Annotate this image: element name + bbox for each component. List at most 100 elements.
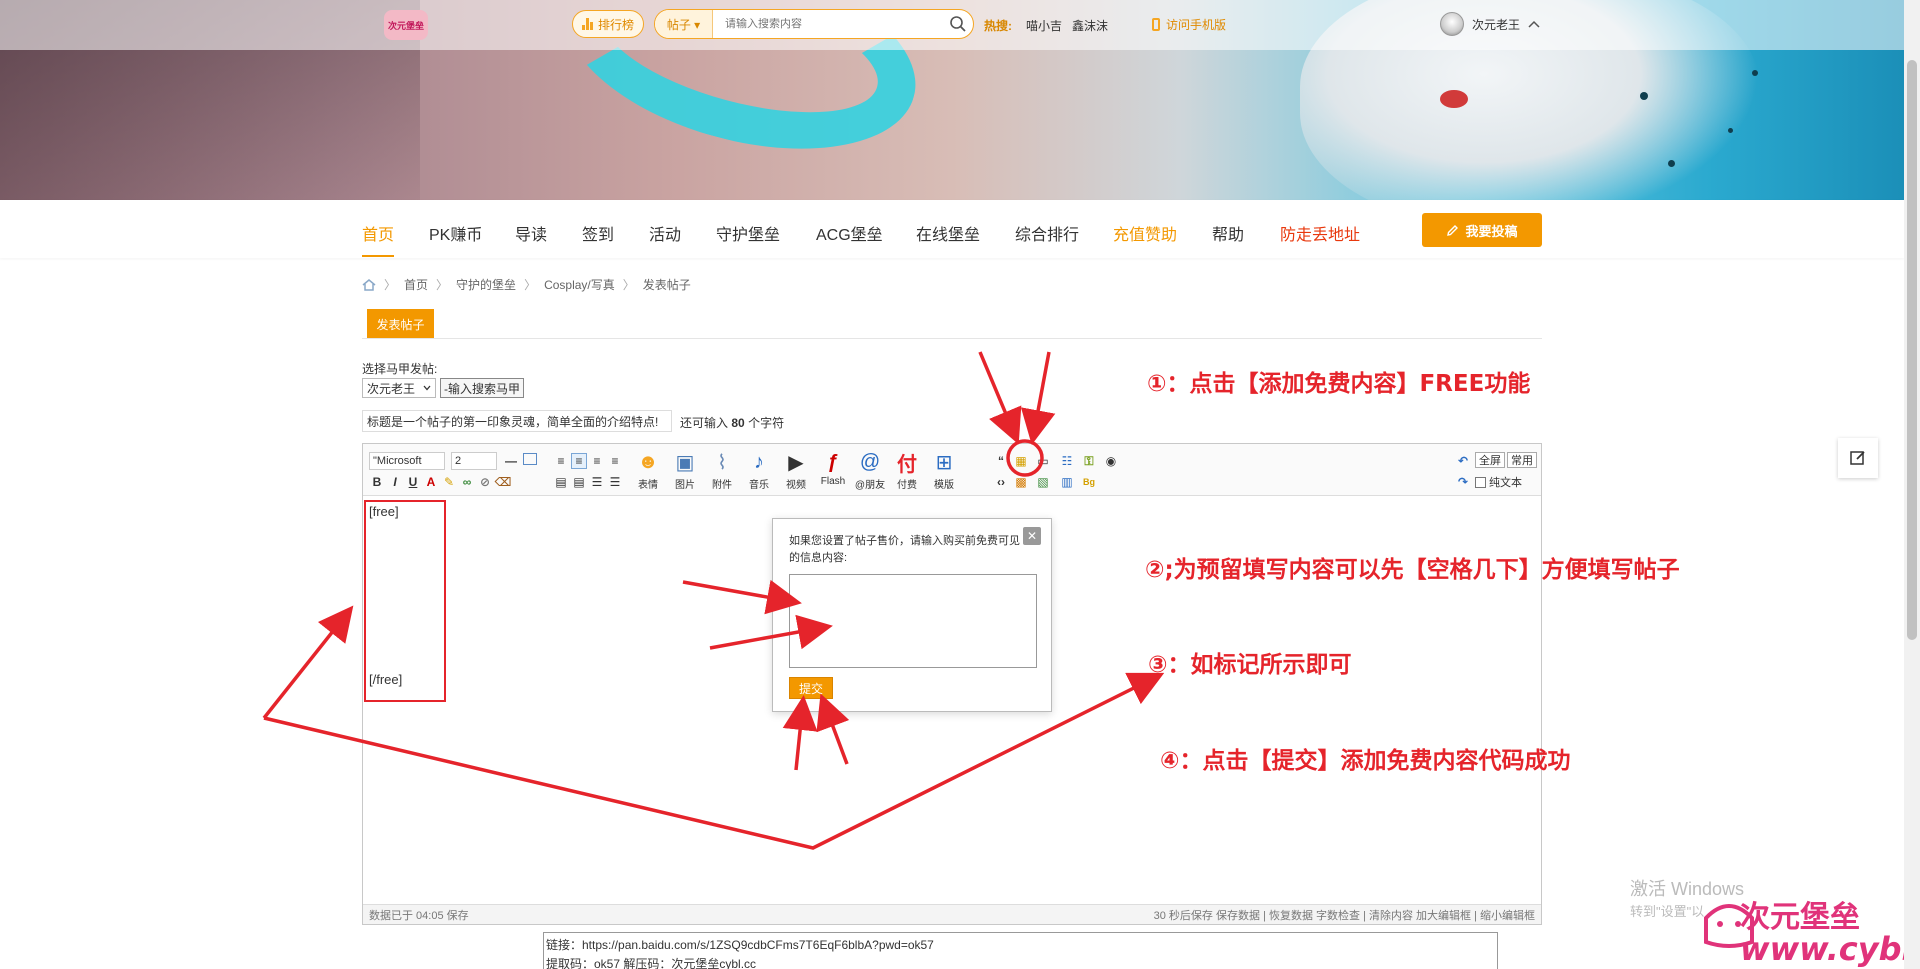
search-category-select[interactable]: 帖子 ▾ xyxy=(655,10,713,38)
template-button[interactable]: ⊞ 模版 xyxy=(927,450,961,492)
nav-home[interactable]: 首页 xyxy=(362,221,395,257)
breadcrumb-current: 发表帖子 xyxy=(642,278,691,292)
highlight-icon[interactable]: ✎ xyxy=(441,474,457,490)
rank-button[interactable]: 排行榜 xyxy=(572,10,644,38)
font-family-select[interactable]: "Microsoft xyxy=(369,452,445,470)
unlink-icon[interactable]: ⊘ xyxy=(477,474,493,490)
free-close-tag[interactable]: [/free] xyxy=(369,672,402,687)
align-left-icon[interactable]: ≡ xyxy=(553,453,569,469)
mention-button[interactable]: @ @朋友 xyxy=(853,450,887,492)
search-input[interactable] xyxy=(713,18,943,30)
breadcrumb-item[interactable]: 首页 xyxy=(404,276,428,293)
free-content-dialog: 如果您设置了帖子售价，请输入购买前免费可见的信息内容: ✕ 提交 xyxy=(772,518,1052,712)
code-icon[interactable]: ‹› xyxy=(993,474,1009,490)
page-icon[interactable]: ▭ xyxy=(1035,453,1051,469)
banner-bubble xyxy=(1640,92,1648,100)
free-content-icon[interactable]: ▦ xyxy=(1013,453,1029,469)
redo-icon[interactable]: ↷ xyxy=(1455,474,1471,490)
alias-search-button[interactable]: -输入搜索马甲 xyxy=(440,378,524,398)
pencil-icon xyxy=(1447,224,1459,236)
fullscreen-button[interactable]: 全屏 xyxy=(1475,452,1505,468)
unordered-list-icon[interactable]: ☰ xyxy=(607,474,623,490)
alias-select[interactable]: 次元老王 xyxy=(362,378,436,398)
breadcrumb-item[interactable]: 守护的堡垒 xyxy=(456,276,516,293)
home-icon[interactable] xyxy=(362,278,376,291)
nav-acg[interactable]: ACG堡垒 xyxy=(816,221,883,245)
bold-icon[interactable]: B xyxy=(369,474,385,490)
image-button[interactable]: ▣ 图片 xyxy=(668,450,702,492)
align-center-icon[interactable]: ≡ xyxy=(571,453,587,469)
background-icon[interactable]: Bg xyxy=(1081,474,1097,490)
quote-icon[interactable]: “ xyxy=(993,453,1009,469)
site-logo[interactable]: 次元堡垒 xyxy=(384,10,428,40)
nav-backup-address[interactable]: 防走丢地址 xyxy=(1280,221,1360,245)
flash-icon: ƒ xyxy=(827,450,839,473)
link-line[interactable]: 链接：https://pan.baidu.com/s/1ZSQ9cdbCFms7… xyxy=(546,936,1497,955)
align-right-icon[interactable]: ≡ xyxy=(589,453,605,469)
hide-content-icon[interactable]: ▩ xyxy=(1013,474,1029,490)
editor-actions[interactable]: 30 秒后保存 保存数据 | 恢复数据 字数检查 | 清除内容 加大编辑框 | … xyxy=(1154,907,1535,923)
scrollbar-thumb[interactable] xyxy=(1907,60,1917,640)
dialog-description: 如果您设置了帖子售价，请输入购买前免费可见的信息内容: xyxy=(789,535,1020,564)
hot-search-item[interactable]: 喵小吉 xyxy=(1026,17,1062,34)
common-button[interactable]: 常用 xyxy=(1507,452,1537,468)
tool-label: 付费 xyxy=(897,480,917,491)
tool-label: 模版 xyxy=(934,480,954,491)
undo-icon[interactable]: ↶ xyxy=(1455,453,1471,469)
flash-button[interactable]: ƒ Flash xyxy=(816,450,850,488)
arrow-mark xyxy=(262,605,354,720)
submit-post-button[interactable]: 我要投稿 xyxy=(1422,213,1542,247)
hot-search-item[interactable]: 鑫沫沫 xyxy=(1072,17,1108,34)
float-right-icon[interactable]: ▤ xyxy=(571,474,587,490)
clear-format-icon[interactable]: ⌫ xyxy=(495,474,512,490)
dialog-submit-button[interactable]: 提交 xyxy=(789,677,833,699)
annotation-step-2: ②;为预留填写内容可以先【空格几下】方便填写帖子 xyxy=(1145,557,1680,583)
layout-icon[interactable]: ▥ xyxy=(1059,474,1075,490)
italic-icon[interactable]: I xyxy=(387,474,403,490)
link-icon[interactable]: ∞ xyxy=(459,474,475,490)
disc-icon[interactable]: ◉ xyxy=(1103,453,1119,469)
user-menu[interactable]: 次元老王 xyxy=(1440,12,1540,36)
emoji-button[interactable]: ☻ 表情 xyxy=(631,450,665,492)
nav-pk[interactable]: PK赚币 xyxy=(429,221,482,245)
edit-float-button[interactable] xyxy=(1838,438,1878,478)
underline-icon[interactable]: U xyxy=(405,474,421,490)
close-icon[interactable]: ✕ xyxy=(1023,527,1041,545)
float-left-icon[interactable]: ▤ xyxy=(553,474,569,490)
annotation-step-3: ③：如标记所示即可 xyxy=(1148,652,1352,678)
nav-help[interactable]: 帮助 xyxy=(1212,221,1244,245)
plain-text-toggle[interactable]: 纯文本 xyxy=(1475,474,1522,490)
search-icon[interactable] xyxy=(943,10,973,38)
tool-label: 图片 xyxy=(675,480,695,491)
align-justify-icon[interactable]: ≡ xyxy=(607,453,623,469)
tab-new-post[interactable]: 发表帖子 xyxy=(367,309,434,339)
font-color-icon[interactable]: A xyxy=(423,474,439,490)
horizontal-rule-icon[interactable]: — xyxy=(503,453,519,469)
nav-signin[interactable]: 签到 xyxy=(582,221,614,245)
key-icon[interactable]: ⚿ xyxy=(1081,453,1097,469)
video-button[interactable]: ▶ 视频 xyxy=(779,450,813,492)
tool-label: 表情 xyxy=(638,480,658,491)
nav-guide[interactable]: 导读 xyxy=(515,221,547,245)
nav-online[interactable]: 在线堡垒 xyxy=(916,221,980,245)
image-list-icon[interactable]: ▧ xyxy=(1035,474,1051,490)
attachment-button[interactable]: ⌇ 附件 xyxy=(705,450,739,492)
font-size-select[interactable]: 2 xyxy=(451,452,497,470)
index-icon[interactable]: ☷ xyxy=(1059,453,1075,469)
nav-guard[interactable]: 守护堡垒 xyxy=(716,221,780,245)
ordered-list-icon[interactable]: ☰ xyxy=(589,474,605,490)
paid-button[interactable]: 付付费 xyxy=(890,450,924,492)
checkbox-icon[interactable] xyxy=(1475,476,1486,488)
mobile-version-link[interactable]: 访问手机版 xyxy=(1152,16,1226,33)
char-remaining: 还可输入 80 个字符 xyxy=(680,414,784,431)
breadcrumb-item[interactable]: Cosplay/写真 xyxy=(544,276,615,293)
music-button[interactable]: ♪ 音乐 xyxy=(742,450,776,492)
nav-recharge[interactable]: 充值赞助 xyxy=(1113,221,1177,245)
tool-label: 音乐 xyxy=(749,480,769,491)
nav-ranking[interactable]: 综合排行 xyxy=(1015,221,1079,245)
free-open-tag[interactable]: [free] xyxy=(369,504,399,519)
nav-activity[interactable]: 活动 xyxy=(649,221,681,245)
table-icon[interactable] xyxy=(523,453,537,465)
title-input[interactable]: 标题是一个帖子的第一印象灵魂，简单全面的介绍特点! xyxy=(362,410,672,432)
free-content-textarea[interactable] xyxy=(789,574,1037,668)
